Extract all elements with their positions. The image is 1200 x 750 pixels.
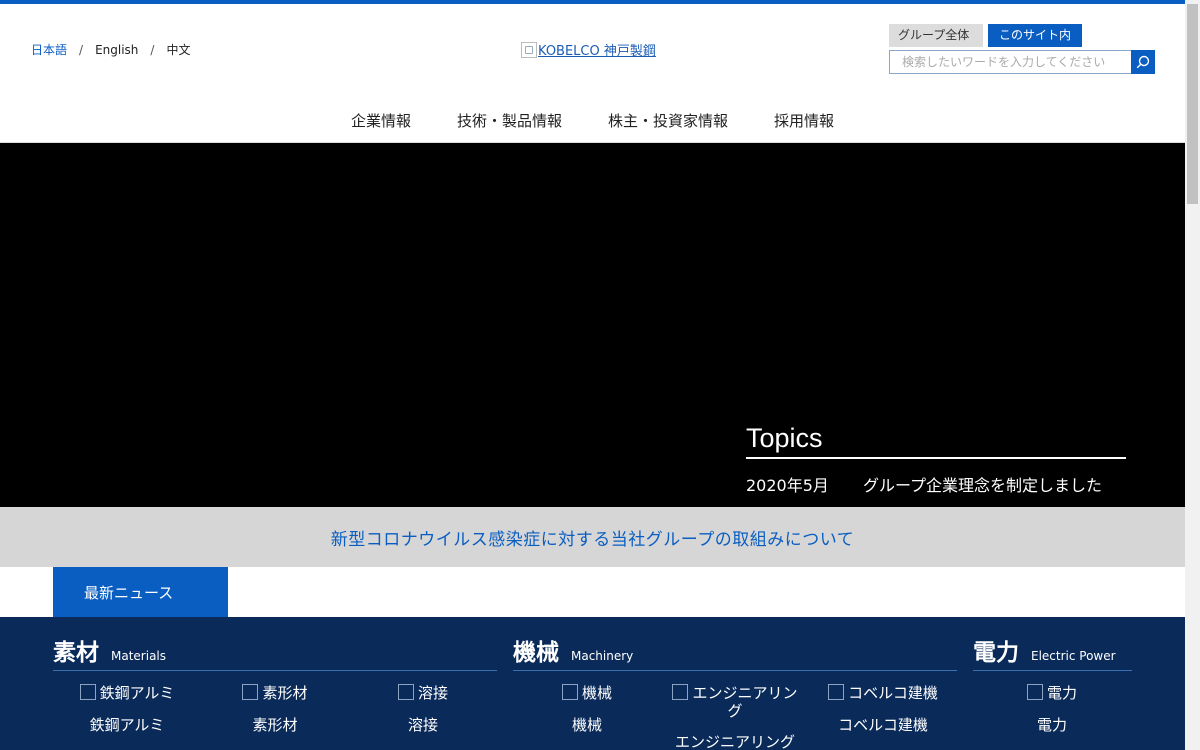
- segment-title: 機械: [513, 640, 559, 666]
- segment-header: 電力 Electric Power: [973, 617, 1132, 671]
- lang-japanese-link[interactable]: 日本語: [31, 41, 67, 58]
- global-navigation: 企業情報 技術・製品情報 株主・投資家情報 採用情報: [0, 98, 1185, 143]
- search-form: [889, 50, 1155, 74]
- segment-header: 機械 Machinery: [513, 617, 957, 671]
- segment-machinery: 機械 Machinery 機械 機械 エンジニアリング エンジニアリング コベル…: [513, 617, 957, 750]
- image-alt: 鉄鋼アルミ: [99, 684, 175, 702]
- segment-item-label: 溶接: [407, 716, 438, 734]
- topic-text: グループ企業理念を制定しました: [863, 476, 1103, 495]
- segment-subtitle: Materials: [111, 649, 167, 663]
- language-switcher: 日本語 / English / 中文: [31, 41, 190, 58]
- lang-english-link[interactable]: English: [95, 43, 138, 57]
- search-button[interactable]: [1131, 50, 1155, 74]
- notice-link[interactable]: 新型コロナウイルス感染症に対する当社グループの取組みについて: [331, 525, 854, 550]
- site-logo[interactable]: KOBELCO 神戸製鋼: [521, 40, 656, 59]
- broken-image-icon: [397, 684, 414, 700]
- topics-panel: Topics 2020年5月 グループ企業理念を制定しました: [746, 421, 1126, 496]
- segment-materials: 素材 Materials 鉄鋼アルミ 鉄鋼アルミ 素形材 素形材 溶接 溶接: [53, 617, 497, 735]
- notice-banner: 新型コロナウイルス感染症に対する当社グループの取組みについて: [0, 507, 1185, 567]
- top-accent-bar: [0, 0, 1200, 4]
- tab-group-wide[interactable]: グループ全体: [889, 24, 983, 47]
- image-alt: 電力: [1046, 684, 1077, 702]
- segment-subtitle: Electric Power: [1031, 649, 1116, 663]
- segment-item-forgings[interactable]: 素形材 素形材: [201, 671, 349, 735]
- broken-image-icon: [1026, 684, 1043, 700]
- segment-item-power[interactable]: 電力 電力: [973, 671, 1131, 735]
- segment-electric-power: 電力 Electric Power 電力 電力: [973, 617, 1132, 735]
- topic-date: 2020年5月: [746, 476, 829, 495]
- logo-alt-text: KOBELCO 神戸製鋼: [538, 44, 656, 59]
- segment-item-kobelco-construction[interactable]: コベルコ建機 コベルコ建機: [809, 671, 957, 750]
- broken-image-icon: [521, 41, 537, 58]
- segment-item-label: 鉄鋼アルミ: [89, 716, 165, 734]
- topic-item[interactable]: 2020年5月 グループ企業理念を制定しました: [746, 472, 1126, 496]
- broken-image-icon: [672, 684, 689, 700]
- broken-image-icon: [79, 684, 96, 700]
- segment-item-label: 電力: [1036, 716, 1067, 734]
- hero-video: Topics 2020年5月 グループ企業理念を制定しました: [0, 143, 1185, 507]
- search-scope-tabs: グループ全体 このサイト内: [889, 24, 1082, 47]
- image-alt: エンジニアリング: [669, 684, 801, 720]
- lang-separator: /: [79, 42, 84, 57]
- nav-investors[interactable]: 株主・投資家情報: [585, 98, 751, 142]
- segment-item-engineering[interactable]: エンジニアリング エンジニアリング: [661, 671, 809, 750]
- scrollbar-thumb[interactable]: [1187, 4, 1198, 204]
- image-alt: 溶接: [417, 684, 448, 702]
- page-scrollbar[interactable]: [1185, 0, 1200, 750]
- search-input[interactable]: [889, 50, 1131, 74]
- broken-image-icon: [828, 684, 845, 700]
- tab-this-site[interactable]: このサイト内: [988, 24, 1082, 47]
- segment-item-label: エンジニアリング: [674, 733, 795, 750]
- segment-item-steel-aluminum[interactable]: 鉄鋼アルミ 鉄鋼アルミ: [53, 671, 201, 735]
- nav-technology-products[interactable]: 技術・製品情報: [434, 98, 585, 142]
- lang-separator: /: [150, 42, 155, 57]
- segment-item-label: コベルコ建機: [838, 716, 928, 734]
- image-alt: 機械: [581, 684, 612, 702]
- segment-title: 電力: [973, 640, 1019, 666]
- search-icon: [1136, 55, 1150, 69]
- topics-title: Topics: [746, 421, 1126, 459]
- segment-item-welding[interactable]: 溶接 溶接: [349, 671, 497, 735]
- nav-corporate[interactable]: 企業情報: [328, 98, 434, 142]
- nav-recruit[interactable]: 採用情報: [751, 98, 857, 142]
- segment-subtitle: Machinery: [571, 649, 634, 663]
- tab-latest-news[interactable]: 最新ニュース: [53, 567, 228, 617]
- broken-image-icon: [561, 684, 578, 700]
- segment-header: 素材 Materials: [53, 617, 497, 671]
- broken-image-icon: [242, 684, 259, 700]
- segment-item-machinery[interactable]: 機械 機械: [513, 671, 661, 750]
- image-alt: コベルコ建機: [848, 684, 938, 702]
- segment-title: 素材: [53, 640, 99, 666]
- image-alt: 素形材: [262, 684, 308, 702]
- business-segments: 素材 Materials 鉄鋼アルミ 鉄鋼アルミ 素形材 素形材 溶接 溶接 機…: [0, 617, 1185, 750]
- segment-item-label: 素形材: [252, 716, 298, 734]
- segment-item-label: 機械: [571, 716, 602, 734]
- lang-chinese-link[interactable]: 中文: [166, 41, 190, 58]
